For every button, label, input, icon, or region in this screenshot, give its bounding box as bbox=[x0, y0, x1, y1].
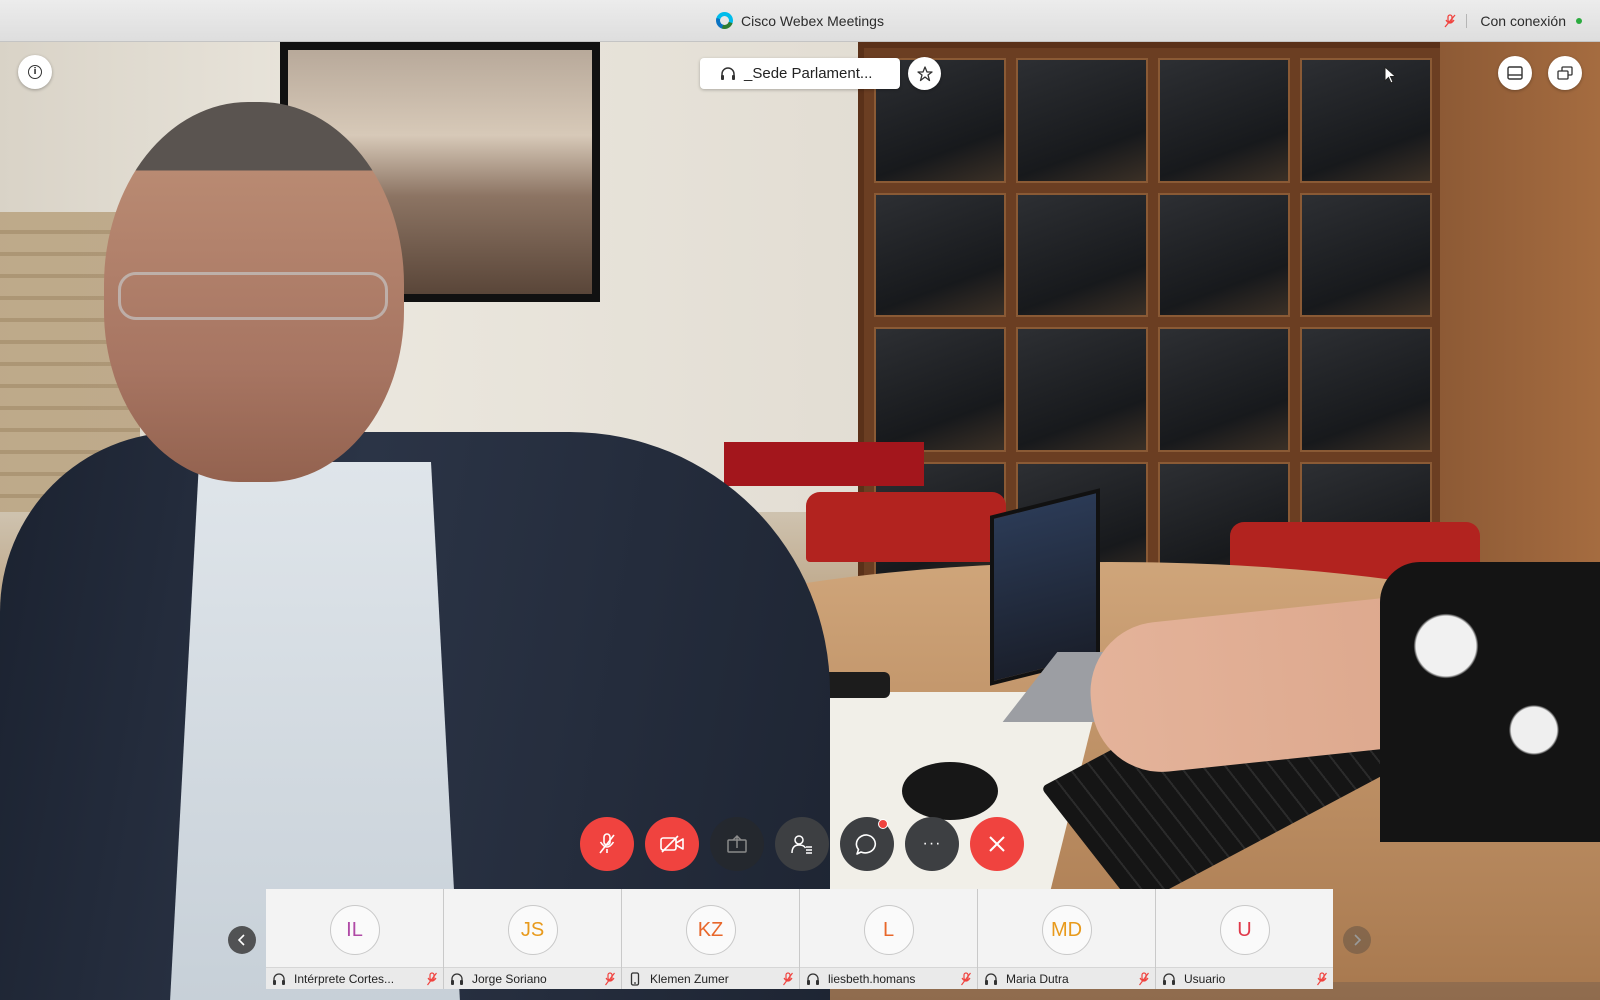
headset-icon bbox=[272, 972, 286, 986]
webex-logo-icon bbox=[716, 12, 734, 29]
meeting-controls: ··· bbox=[580, 817, 1024, 871]
participant-tile[interactable]: JS Jorge Soriano bbox=[444, 889, 622, 989]
avatar: MD bbox=[1041, 905, 1092, 955]
share-screen-icon bbox=[727, 834, 747, 853]
strip-previous-button[interactable] bbox=[228, 926, 256, 954]
participant-tile[interactable]: U Usuario bbox=[1156, 889, 1333, 989]
participant-name: Jorge Soriano bbox=[472, 971, 547, 986]
headset-icon bbox=[806, 972, 820, 986]
participants-button[interactable] bbox=[775, 817, 829, 871]
online-indicator bbox=[1576, 18, 1582, 24]
participants-icon bbox=[791, 835, 812, 854]
participant-name: Intérprete Cortes... bbox=[294, 971, 395, 986]
more-icon: ··· bbox=[922, 835, 942, 852]
participant-tile[interactable]: IL Intérprete Cortes... bbox=[266, 889, 444, 989]
unmute-button[interactable] bbox=[580, 817, 634, 871]
layout-button[interactable] bbox=[1498, 56, 1532, 90]
start-video-button[interactable] bbox=[645, 817, 699, 871]
chevron-right-icon bbox=[1354, 934, 1362, 946]
info-icon: i bbox=[28, 65, 42, 79]
window-title: Cisco Webex Meetings bbox=[0, 12, 1600, 29]
mic-muted-icon bbox=[599, 833, 615, 854]
headset-icon bbox=[1162, 972, 1176, 986]
popout-windows-icon bbox=[1557, 66, 1573, 80]
participant-name: Usuario bbox=[1184, 971, 1226, 986]
chat-notification-badge bbox=[878, 819, 888, 829]
headset-icon bbox=[721, 66, 735, 80]
chat-icon bbox=[855, 834, 877, 855]
avatar: L bbox=[863, 905, 914, 955]
app-title: Cisco Webex Meetings bbox=[741, 13, 884, 29]
avatar: U bbox=[1219, 905, 1270, 955]
phone-icon bbox=[628, 971, 642, 986]
headset-icon bbox=[450, 972, 464, 986]
participant-name: liesbeth.homans bbox=[828, 971, 916, 986]
close-icon bbox=[989, 836, 1005, 852]
connection-status: Con conexión bbox=[1444, 13, 1582, 29]
pin-button[interactable] bbox=[908, 57, 941, 90]
more-options-button[interactable]: ··· bbox=[905, 817, 959, 871]
mic-muted-icon bbox=[1317, 971, 1327, 986]
headset-icon bbox=[984, 972, 998, 986]
title-bar: Cisco Webex Meetings Con conexión bbox=[0, 0, 1600, 42]
leave-meeting-button[interactable] bbox=[970, 817, 1024, 871]
mic-muted-icon bbox=[1444, 14, 1456, 28]
separator bbox=[1466, 14, 1468, 28]
chevron-left-icon bbox=[237, 934, 245, 946]
participant-footer: Intérprete Cortes... bbox=[266, 967, 443, 989]
chat-button[interactable] bbox=[840, 817, 894, 871]
mic-muted-icon bbox=[783, 971, 793, 986]
participant-footer: liesbeth.homans bbox=[800, 967, 977, 989]
share-button[interactable] bbox=[710, 817, 764, 871]
participant-footer: Maria Dutra bbox=[978, 967, 1155, 989]
active-speaker-label[interactable]: _Sede Parlament... bbox=[700, 58, 900, 89]
pin-icon bbox=[916, 65, 933, 81]
mouse-cursor-icon bbox=[1384, 66, 1397, 84]
avatar: KZ bbox=[685, 905, 736, 955]
participant-tile[interactable]: KZ Klemen Zumer bbox=[622, 889, 800, 989]
participant-footer: Klemen Zumer bbox=[622, 967, 799, 989]
mic-muted-icon bbox=[605, 971, 615, 986]
layout-icon bbox=[1507, 66, 1523, 80]
avatar: JS bbox=[507, 905, 558, 955]
participant-tile[interactable]: Lliesbeth.homans bbox=[800, 889, 978, 989]
connection-status-text: Con conexión bbox=[1480, 13, 1566, 29]
meeting-info-button[interactable]: i bbox=[18, 55, 52, 89]
video-off-icon bbox=[660, 835, 684, 853]
strip-next-button[interactable] bbox=[1343, 926, 1371, 954]
participant-name: Klemen Zumer bbox=[650, 971, 729, 986]
mic-muted-icon bbox=[961, 971, 971, 986]
participant-tile[interactable]: MD Maria Dutra bbox=[978, 889, 1156, 989]
avatar: IL bbox=[329, 905, 380, 955]
participant-footer: Jorge Soriano bbox=[444, 967, 621, 989]
popout-button[interactable] bbox=[1548, 56, 1582, 90]
active-speaker-name: _Sede Parlament... bbox=[744, 65, 873, 82]
participant-footer: Usuario bbox=[1156, 967, 1333, 989]
mic-muted-icon bbox=[427, 971, 437, 986]
participant-name: Maria Dutra bbox=[1006, 971, 1069, 986]
participant-strip: IL Intérprete Cortes... JS Jorge Soriano KZ K… bbox=[266, 889, 1333, 989]
mic-muted-icon bbox=[1139, 971, 1149, 986]
